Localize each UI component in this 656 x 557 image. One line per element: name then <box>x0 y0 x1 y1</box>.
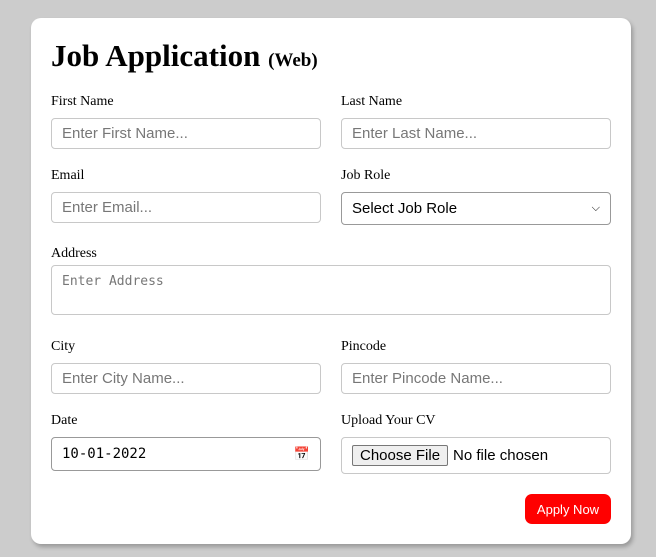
date-label: Date <box>51 413 78 428</box>
cv-label: Upload Your CV <box>341 413 436 428</box>
city-label: City <box>51 339 76 354</box>
first-name-label: First Name <box>51 94 114 109</box>
title-subtitle: (Web) <box>268 50 318 71</box>
job-application-card: Job Application (Web) First Name Enter F… <box>31 18 631 544</box>
email-label: Email <box>51 168 85 183</box>
page-title: Job Application (Web) <box>51 38 318 74</box>
address-textarea[interactable]: Enter Address <box>51 265 611 315</box>
file-status: No file chosen <box>453 447 549 464</box>
address-label: Address <box>51 246 97 261</box>
job-role-label: Job Role <box>341 168 391 183</box>
choose-file-button[interactable]: Choose File <box>352 445 449 466</box>
title-text: Job Application <box>51 38 261 73</box>
city-input[interactable]: Enter City Name... <box>51 363 321 394</box>
last-name-label: Last Name <box>341 94 403 109</box>
date-input[interactable]: 10-01-2022 📅 <box>51 437 321 471</box>
date-value: 10-01-2022 <box>62 446 147 462</box>
pincode-label: Pincode <box>341 339 387 354</box>
pincode-input[interactable]: Enter Pincode Name... <box>341 363 611 394</box>
chevron-down-icon: ⌵ <box>591 202 600 214</box>
calendar-icon[interactable]: 📅 <box>294 447 310 462</box>
job-role-value: Select Job Role <box>352 200 458 217</box>
cv-file-input[interactable]: Choose File No file chosen <box>341 437 611 474</box>
apply-now-button[interactable]: Apply Now <box>525 494 611 524</box>
first-name-input[interactable]: Enter First Name... <box>51 118 321 149</box>
last-name-input[interactable]: Enter Last Name... <box>341 118 611 149</box>
job-role-select[interactable]: Select Job Role ⌵ <box>341 192 611 225</box>
email-input[interactable]: Enter Email... <box>51 192 321 223</box>
